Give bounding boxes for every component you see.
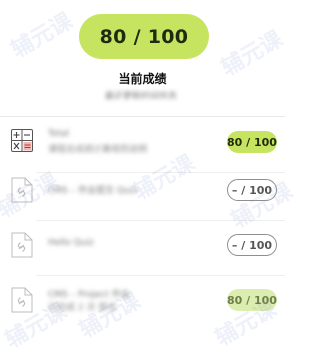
score-badge: 80 / 100 xyxy=(227,289,277,311)
link-document-icon xyxy=(11,232,33,258)
current-score-pill: 80 / 100 xyxy=(79,14,209,59)
grade-page: 80 / 100 当前成绩 最近更新时间信息 Total 课程总成绩计算规则说明… xyxy=(0,0,297,348)
current-grade-subtitle: 最近更新时间信息 xyxy=(104,92,177,99)
row-title: Total xyxy=(48,129,70,139)
calculator-icon xyxy=(11,129,33,155)
score-badge: – / 100 xyxy=(227,179,277,201)
score-badge: – / 100 xyxy=(227,234,277,256)
row-subtitle: 已完成 2 次 尝试 xyxy=(48,303,117,313)
grade-row-item-3[interactable]: CMS – Project 作业 已完成 2 次 尝试 80 / 100 xyxy=(0,275,285,331)
row-title: CMS – Project 作业 xyxy=(48,290,130,300)
row-subtitle: 课程总成绩计算规则说明 xyxy=(48,145,148,155)
score-badge: 80 / 100 xyxy=(227,131,277,153)
row-title: CMS – 作业提交 Quiz xyxy=(48,186,137,196)
row-title: Hello Quiz xyxy=(48,238,94,248)
current-grade-label: 当前成绩 xyxy=(118,72,167,86)
grade-header: 80 / 100 当前成绩 最近更新时间信息 xyxy=(0,0,285,116)
grade-row-item-1[interactable]: CMS – 作业提交 Quiz – / 100 xyxy=(0,165,285,221)
link-document-icon xyxy=(11,287,33,313)
grade-row-item-2[interactable]: Hello Quiz – / 100 xyxy=(0,220,285,276)
link-document-icon xyxy=(11,177,33,203)
